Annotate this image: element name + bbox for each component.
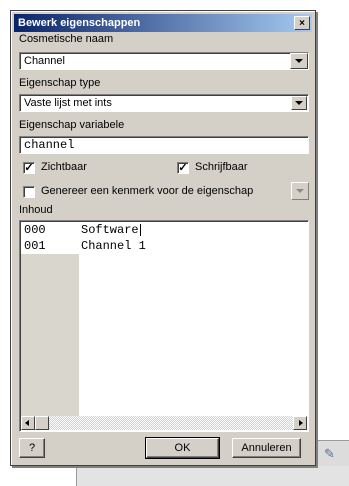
- cosmetic-name-combobox[interactable]: Channel: [19, 52, 309, 70]
- generate-attribute-label[interactable]: Genereer een kenmerk voor de eigenschap: [41, 185, 253, 197]
- property-variable-input[interactable]: channel: [19, 136, 309, 154]
- visible-checkbox[interactable]: ✓: [23, 162, 35, 174]
- edit-properties-dialog: Bewerk eigenschappen × Cosmetische naam …: [10, 10, 316, 466]
- scroll-left-button[interactable]: [21, 416, 35, 430]
- ok-button[interactable]: OK: [145, 437, 220, 459]
- writable-checkbox[interactable]: ✓: [177, 162, 189, 174]
- generate-attribute-row: Genereer een kenmerk voor de eigenschap: [19, 182, 309, 202]
- visibility-checkbox-row: ✓ Zichtbaar ✓ Schrijfbaar: [19, 160, 309, 176]
- arrow-left-icon: [25, 420, 29, 426]
- property-variable-label: Eigenschap variabele: [19, 119, 125, 131]
- cosmetic-name-label: Cosmetische naam: [19, 33, 114, 45]
- horizontal-scrollbar[interactable]: [21, 416, 307, 430]
- cancel-button[interactable]: Annuleren: [232, 438, 301, 458]
- background-window-right: [318, 0, 349, 486]
- list-item[interactable]: 000 Software: [20, 222, 306, 238]
- scrollbar-thumb[interactable]: [35, 416, 49, 430]
- property-type-value: Vaste lijst met ints: [24, 97, 112, 109]
- list-item-id: 001: [24, 239, 46, 253]
- pencil-icon: ✎: [324, 446, 335, 461]
- property-type-dropdown-button[interactable]: [291, 96, 307, 110]
- generate-attribute-dropdown-button[interactable]: [291, 182, 309, 200]
- content-label: Inhoud: [19, 204, 53, 216]
- close-button[interactable]: ×: [294, 16, 310, 30]
- scrollbar-track[interactable]: [35, 416, 293, 430]
- arrow-right-icon: [299, 420, 303, 426]
- visible-checkbox-label[interactable]: Zichtbaar: [41, 161, 87, 173]
- background-status-area: [76, 466, 349, 486]
- text-caret: [139, 223, 141, 236]
- list-item-name: Software: [81, 223, 141, 237]
- title-bar[interactable]: Bewerk eigenschappen ×: [14, 14, 312, 32]
- property-type-select[interactable]: Vaste lijst met ints: [19, 94, 309, 112]
- content-list[interactable]: 000 Software 001 Channel 1: [19, 220, 309, 432]
- writable-checkbox-label[interactable]: Schrijfbaar: [195, 161, 248, 173]
- chevron-down-icon: [295, 59, 303, 63]
- list-item-id: 000: [24, 223, 46, 237]
- property-type-label: Eigenschap type: [19, 77, 101, 89]
- chevron-down-icon: [295, 101, 303, 105]
- list-item[interactable]: 001 Channel 1: [20, 238, 306, 254]
- cosmetic-name-value: Channel: [24, 55, 65, 67]
- dialog-title: Bewerk eigenschappen: [18, 17, 141, 29]
- cosmetic-name-dropdown-button[interactable]: [290, 53, 308, 69]
- chevron-down-icon: [296, 189, 304, 193]
- list-item-name: Channel 1: [81, 239, 146, 253]
- generate-attribute-checkbox[interactable]: [23, 186, 35, 198]
- scroll-right-button[interactable]: [293, 416, 307, 430]
- help-button[interactable]: ?: [19, 438, 45, 458]
- property-variable-value: channel: [24, 138, 75, 152]
